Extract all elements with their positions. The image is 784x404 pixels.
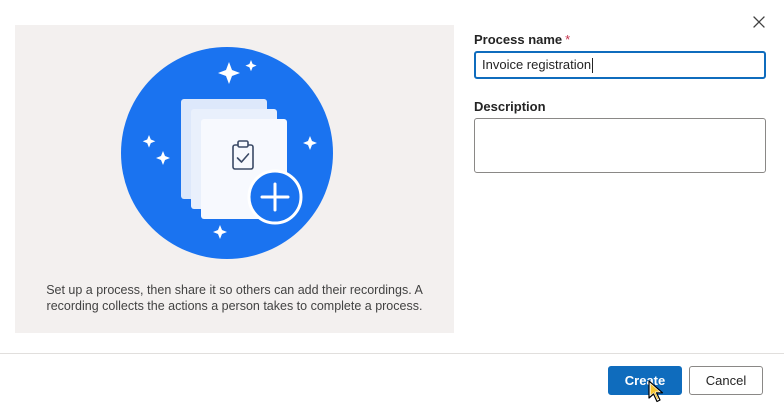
- illustration-panel: Set up a process, then share it so other…: [15, 25, 454, 333]
- footer-divider: [0, 353, 784, 354]
- close-button[interactable]: [748, 11, 770, 33]
- mouse-pointer-icon: [648, 380, 664, 403]
- close-icon[interactable]: [753, 16, 765, 28]
- illustration-caption: Set up a process, then share it so other…: [35, 282, 434, 314]
- description-textarea[interactable]: [474, 118, 766, 173]
- plus-icon: [247, 169, 303, 225]
- caption-line-2: recording collects the actions a person …: [46, 299, 423, 313]
- caption-line-1: Set up a process, then share it so other…: [46, 283, 423, 297]
- required-marker: *: [565, 32, 571, 47]
- description-label: Description: [474, 99, 546, 114]
- process-name-input[interactable]: Invoice registration: [474, 51, 766, 79]
- process-name-value: Invoice registration: [482, 57, 592, 72]
- cancel-button-label: Cancel: [705, 373, 747, 388]
- process-name-label: Process name *: [474, 32, 570, 47]
- create-button[interactable]: Create: [608, 366, 682, 395]
- process-name-label-text: Process name: [474, 32, 563, 47]
- cancel-button[interactable]: Cancel: [689, 366, 763, 395]
- text-caret: [592, 57, 594, 73]
